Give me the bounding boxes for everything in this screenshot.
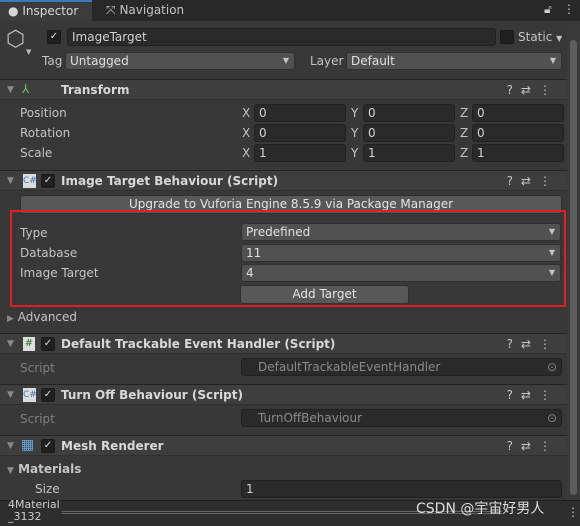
- component-header-icons[interactable]: ?⇄⋮: [507, 388, 559, 402]
- foldout-icon[interactable]: ▼: [7, 85, 14, 95]
- component-title: Default Trackable Event Handler (Script): [61, 337, 336, 351]
- navigation-icon: ⤧: [106, 3, 116, 17]
- foldout-icon[interactable]: ▼: [7, 441, 14, 451]
- foldout-icon: ▼: [7, 466, 14, 476]
- axis-z-label[interactable]: Z: [460, 146, 468, 160]
- script-field[interactable]: TurnOffBehaviour ⊙: [241, 409, 562, 427]
- database-label: Database: [20, 246, 78, 260]
- chevron-down-icon[interactable]: ▼: [26, 48, 31, 56]
- image-target-behaviour-header[interactable]: ▼ C# ✓ Image Target Behaviour (Script) ?…: [0, 170, 567, 191]
- more-menu-icon[interactable]: ⋮: [567, 505, 579, 519]
- materials-foldout[interactable]: ▼ Materials: [7, 462, 81, 476]
- foldout-right-icon: ▶: [7, 314, 14, 324]
- enabled-checkbox[interactable]: ✓: [41, 337, 55, 351]
- axis-y-label[interactable]: Y: [351, 126, 358, 140]
- component-title: Image Target Behaviour (Script): [61, 174, 279, 188]
- transform-header[interactable]: ▼ ⅄ Transform ?⇄⋮: [0, 79, 567, 100]
- database-dropdown[interactable]: 11: [241, 244, 561, 262]
- type-dropdown[interactable]: Predefined: [241, 223, 561, 241]
- axis-z-label[interactable]: Z: [460, 126, 468, 140]
- foldout-icon[interactable]: ▼: [7, 176, 14, 186]
- component-header-icons[interactable]: ?⇄⋮: [507, 83, 559, 97]
- transform-icon: ⅄: [22, 82, 30, 96]
- axis-x-label[interactable]: X: [242, 126, 250, 140]
- watermark: CSDN @宇宙好男人: [416, 501, 545, 517]
- tab-navigation[interactable]: ⤧ Navigation: [98, 0, 184, 21]
- enabled-checkbox[interactable]: ✓: [41, 388, 55, 402]
- axis-z-label[interactable]: Z: [460, 106, 468, 120]
- rotation-z-input[interactable]: 0: [472, 124, 564, 142]
- axis-x-label[interactable]: X: [242, 146, 250, 160]
- object-picker-icon[interactable]: ⊙: [547, 359, 557, 375]
- axis-y-label[interactable]: Y: [351, 146, 358, 160]
- gameobject-cube-icon[interactable]: ⬡: [6, 27, 25, 52]
- lock-icon[interactable]: 🔓︎: [544, 2, 552, 17]
- component-header-icons[interactable]: ?⇄⋮: [507, 439, 559, 453]
- image-target-label: Image Target: [20, 266, 99, 280]
- size-label: Size: [35, 482, 60, 496]
- add-target-button[interactable]: Add Target: [240, 285, 409, 304]
- scale-x-input[interactable]: 1: [254, 144, 346, 162]
- object-picker-icon[interactable]: ⊙: [547, 410, 557, 426]
- component-title: Turn Off Behaviour (Script): [61, 388, 243, 402]
- component-header-icons[interactable]: ?⇄⋮: [507, 174, 559, 188]
- object-name-input[interactable]: ImageTarget: [67, 28, 496, 46]
- position-z-input[interactable]: 0: [472, 104, 564, 122]
- enabled-checkbox[interactable]: ✓: [41, 174, 55, 188]
- scale-y-input[interactable]: 1: [363, 144, 455, 162]
- tag-label: Tag: [42, 54, 63, 68]
- turn-off-behaviour-header[interactable]: ▼ C# ✓ Turn Off Behaviour (Script) ?⇄⋮: [0, 384, 567, 405]
- script-field[interactable]: DefaultTrackableEventHandler ⊙: [241, 358, 562, 376]
- script-label: Script: [20, 361, 55, 375]
- layer-label: Layer: [310, 54, 344, 68]
- type-label: Type: [20, 226, 48, 240]
- tab-inspector[interactable]: ● Inspector: [0, 0, 92, 21]
- csharp-script-icon: C#: [23, 174, 37, 188]
- info-icon: ●: [8, 4, 19, 18]
- layer-dropdown[interactable]: Default: [346, 52, 562, 70]
- position-y-input[interactable]: 0: [363, 104, 455, 122]
- transform-position-label: Position: [20, 106, 67, 120]
- default-trackable-event-handler-header[interactable]: ▼ # ✓ Default Trackable Event Handler (S…: [0, 333, 567, 354]
- mesh-renderer-header[interactable]: ▼ ▦ ✓ Mesh Renderer ?⇄⋮: [0, 435, 567, 456]
- position-x-input[interactable]: 0: [254, 104, 346, 122]
- preview-label: 4Material _3132: [8, 498, 60, 523]
- script-label: Script: [20, 412, 55, 426]
- hash-script-icon: #: [23, 337, 35, 351]
- foldout-icon[interactable]: ▼: [7, 339, 14, 349]
- enabled-checkbox[interactable]: ✓: [41, 439, 55, 453]
- image-target-dropdown[interactable]: 4: [241, 264, 561, 282]
- axis-y-label[interactable]: Y: [351, 106, 358, 120]
- mesh-renderer-icon: ▦: [21, 437, 35, 453]
- more-menu-icon[interactable]: ⋮: [563, 2, 575, 16]
- component-title: Transform: [61, 83, 130, 97]
- static-checkbox[interactable]: [500, 30, 514, 44]
- component-header-icons[interactable]: ?⇄⋮: [507, 337, 559, 351]
- advanced-foldout[interactable]: ▶ Advanced: [7, 310, 77, 324]
- size-input[interactable]: 1: [241, 480, 562, 498]
- scrollbar-thumb[interactable]: [570, 40, 577, 495]
- axis-x-label[interactable]: X: [242, 106, 250, 120]
- tag-dropdown[interactable]: Untagged: [65, 52, 295, 70]
- transform-scale-label: Scale: [20, 146, 53, 160]
- csharp-script-icon: C#: [23, 388, 37, 402]
- transform-rotation-label: Rotation: [20, 126, 71, 140]
- rotation-y-input[interactable]: 0: [363, 124, 455, 142]
- foldout-icon[interactable]: ▼: [7, 390, 14, 400]
- scale-z-input[interactable]: 1: [472, 144, 564, 162]
- component-title: Mesh Renderer: [61, 439, 164, 453]
- static-dropdown[interactable]: Static ▼: [518, 30, 562, 44]
- active-checkbox[interactable]: ✓: [47, 30, 61, 44]
- rotation-x-input[interactable]: 0: [254, 124, 346, 142]
